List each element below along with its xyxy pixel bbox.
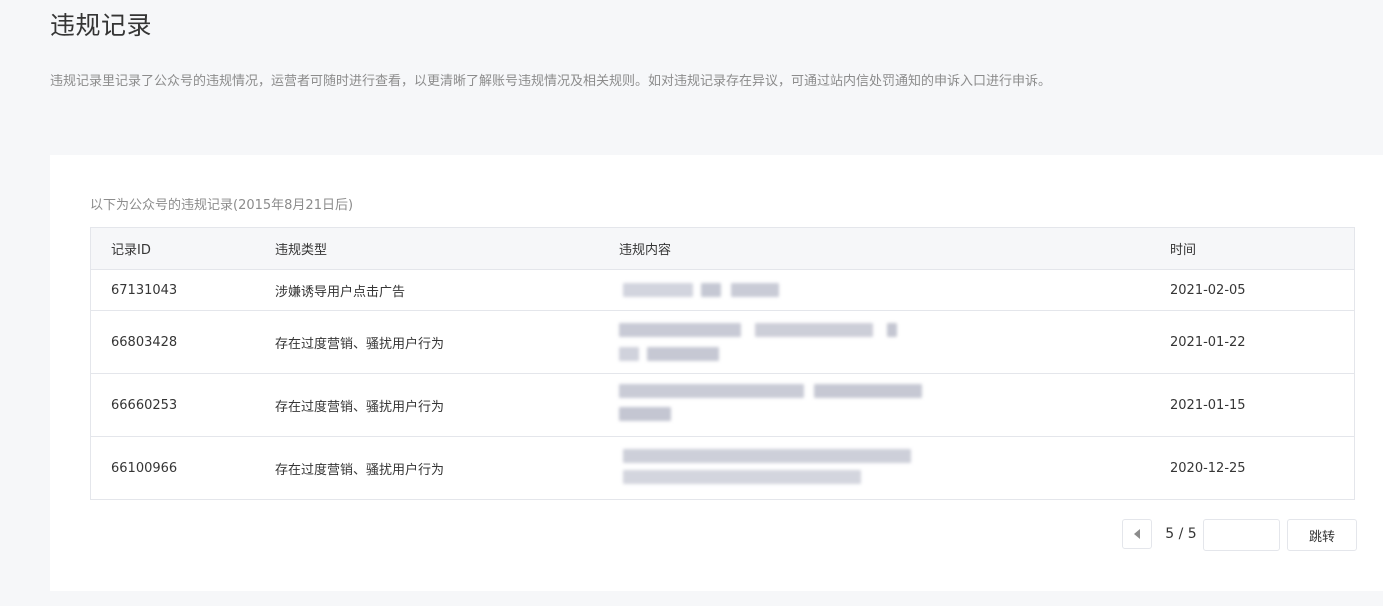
record-id: 66803428 (111, 334, 178, 350)
column-header-type: 违规类型 (275, 243, 328, 258)
record-time: 2021-01-22 (1170, 334, 1246, 350)
table-caption: 以下为公众号的违规记录(2015年8月21日后) (90, 198, 354, 213)
triangle-left-icon (1134, 529, 1140, 539)
violation-type: 存在过度营销、骚扰用户行为 (275, 399, 445, 415)
page-jump-input[interactable] (1203, 519, 1280, 551)
violation-type: 存在过度营销、骚扰用户行为 (275, 462, 445, 478)
page-indicator: 5 / 5 (1165, 526, 1197, 542)
table-row: 66100966 存在过度营销、骚扰用户行为 2020-12-25 (91, 436, 1354, 499)
record-id: 67131043 (111, 282, 178, 298)
column-header-id: 记录ID (111, 243, 151, 258)
page-description: 违规记录里记录了公众号的违规情况，运营者可随时进行查看，以更清晰了解账号违规情况… (50, 74, 1052, 89)
jump-button[interactable]: 跳转 (1287, 519, 1357, 551)
redacted-content (619, 374, 1139, 436)
records-card: 以下为公众号的违规记录(2015年8月21日后) 记录ID 违规类型 违规内容 … (50, 155, 1383, 591)
table-header-row: 记录ID 违规类型 违规内容 时间 (91, 228, 1354, 269)
table-row: 67131043 涉嫌诱导用户点击广告 2021-02-05 (91, 269, 1354, 310)
redacted-content (619, 437, 1139, 499)
violation-type: 存在过度营销、骚扰用户行为 (275, 336, 445, 352)
record-id: 66100966 (111, 460, 178, 476)
redacted-content (619, 311, 1139, 373)
previous-page-button[interactable] (1122, 519, 1152, 549)
column-header-content: 违规内容 (619, 243, 672, 258)
table-row: 66660253 存在过度营销、骚扰用户行为 2021-01-15 (91, 373, 1354, 436)
violation-table: 记录ID 违规类型 违规内容 时间 67131043 涉嫌诱导用户点击广告 20… (90, 227, 1355, 500)
redacted-content (619, 270, 1139, 310)
table-row: 66803428 存在过度营销、骚扰用户行为 2021-01-22 (91, 310, 1354, 373)
column-header-time: 时间 (1170, 243, 1197, 258)
pagination: 5 / 5 跳转 (50, 519, 1383, 551)
record-time: 2021-01-15 (1170, 397, 1246, 413)
record-time: 2021-02-05 (1170, 282, 1246, 298)
record-time: 2020-12-25 (1170, 460, 1246, 476)
violation-type: 涉嫌诱导用户点击广告 (275, 284, 406, 300)
page-title: 违规记录 (50, 11, 153, 40)
record-id: 66660253 (111, 397, 178, 413)
